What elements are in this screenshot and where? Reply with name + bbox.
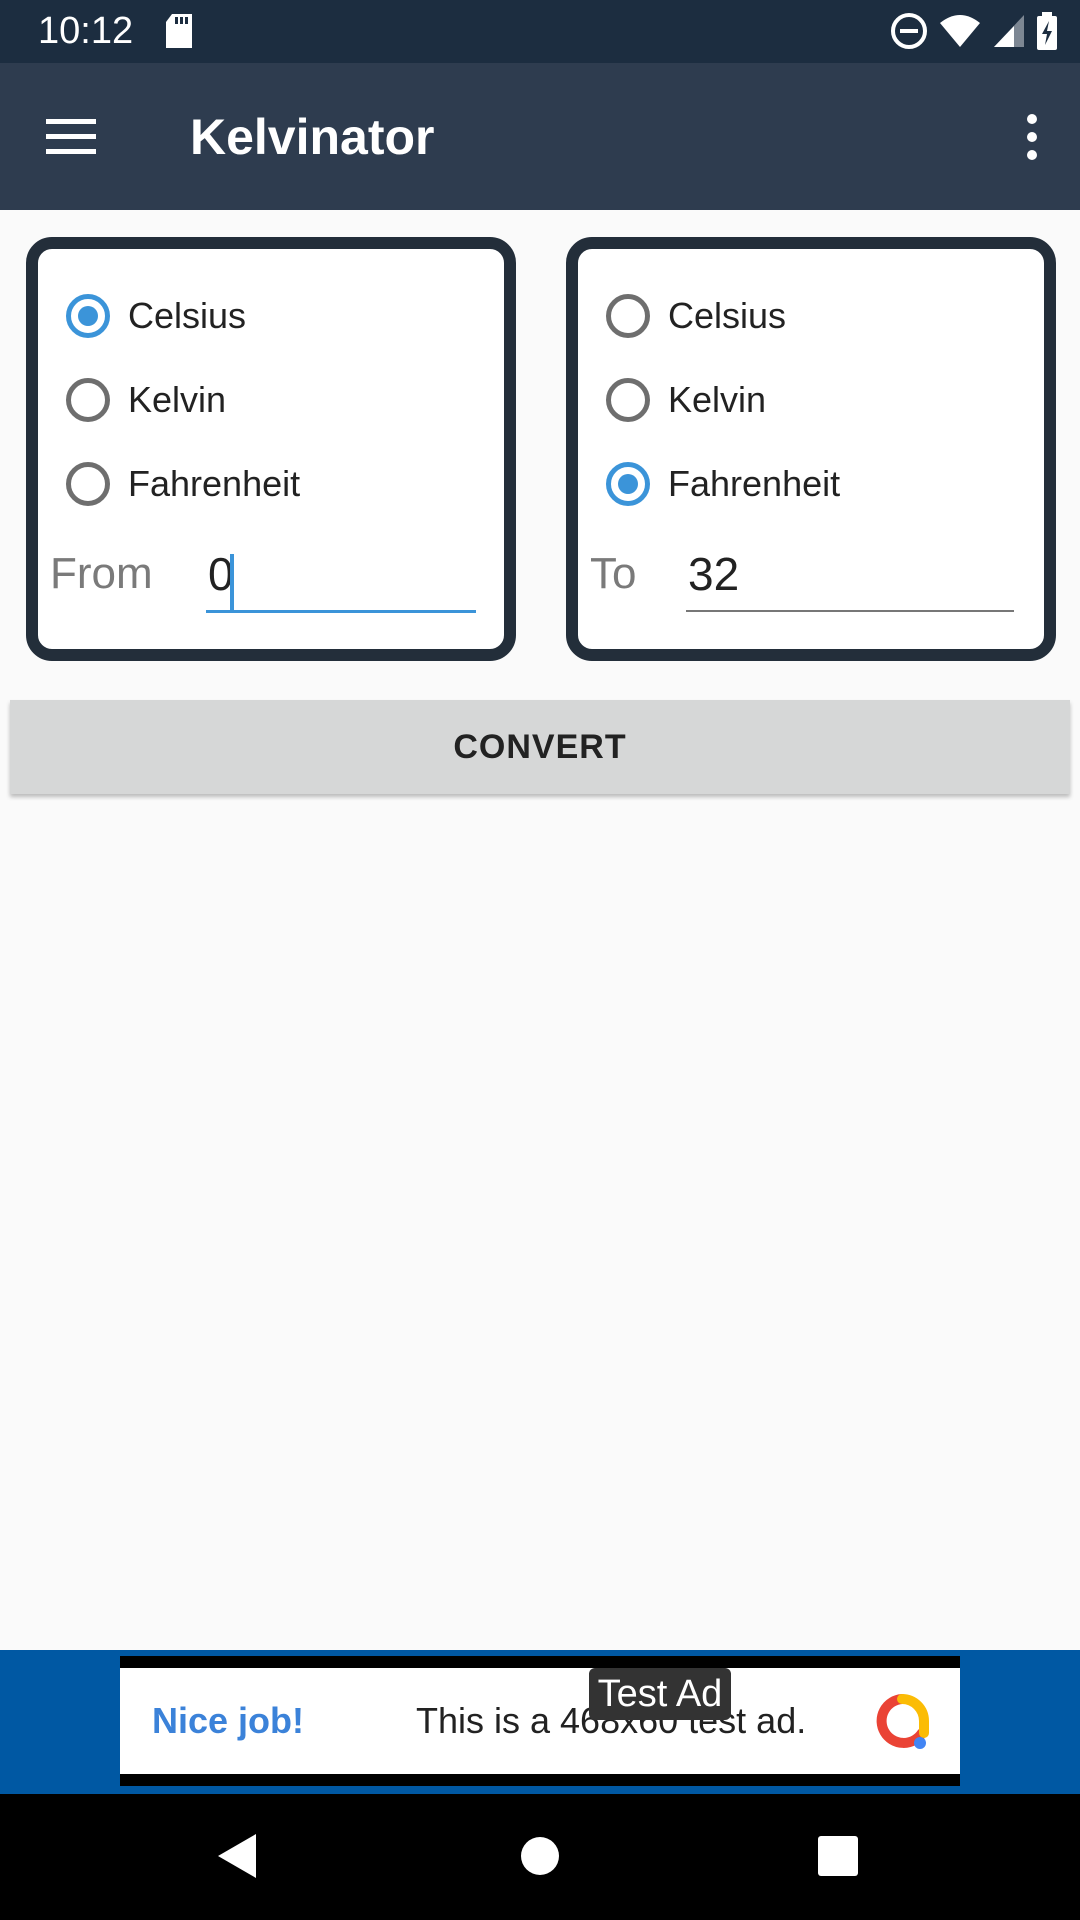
back-icon[interactable] <box>216 1832 258 1880</box>
from-unit-card: Celsius Kelvin Fahrenheit From <box>26 237 516 661</box>
recents-icon[interactable] <box>818 1836 858 1876</box>
to-option-kelvin[interactable]: Kelvin <box>606 370 766 430</box>
radio-selected-icon <box>606 462 650 506</box>
app-title: Kelvinator <box>190 109 435 165</box>
from-label: From <box>50 549 153 598</box>
convert-button[interactable]: CONVERT <box>10 700 1070 794</box>
ad-banner[interactable]: Nice job! This is a 468x60 test ad. Test… <box>0 1650 1080 1794</box>
ad-content[interactable]: Nice job! This is a 468x60 test ad. <box>120 1668 960 1774</box>
ad-logo-icon <box>876 1694 929 1749</box>
to-option-fahrenheit[interactable]: Fahrenheit <box>606 454 840 514</box>
signal-icon <box>994 15 1024 47</box>
radio-unselected-icon <box>66 378 110 422</box>
overflow-menu-button[interactable] <box>1002 107 1062 167</box>
to-option-celsius[interactable]: Celsius <box>606 286 786 346</box>
test-ad-badge: Test Ad <box>589 1668 731 1720</box>
home-icon[interactable] <box>520 1836 560 1876</box>
to-input-underline <box>686 610 1014 612</box>
system-nav-bar <box>0 1794 1080 1920</box>
to-unit-card: Celsius Kelvin Fahrenheit To <box>566 237 1056 661</box>
from-input-underline <box>206 610 476 613</box>
status-icons <box>890 12 1058 50</box>
from-option-label: Kelvin <box>128 379 227 420</box>
app-bar: Kelvinator <box>0 63 1080 210</box>
to-option-label: Kelvin <box>668 379 767 420</box>
to-value-input[interactable] <box>686 539 1016 609</box>
from-option-label: Celsius <box>128 295 247 336</box>
ad-headline[interactable]: Nice job! <box>152 1700 304 1742</box>
to-label: To <box>590 549 637 598</box>
more-vert-icon <box>1027 114 1037 160</box>
radio-unselected-icon <box>606 294 650 338</box>
from-option-label: Fahrenheit <box>128 463 301 504</box>
from-value-input[interactable] <box>206 539 478 609</box>
radio-unselected-icon <box>606 378 650 422</box>
sd-card-icon <box>166 14 192 48</box>
dnd-icon <box>891 13 927 49</box>
status-bar: 10:12 <box>0 0 1080 63</box>
menu-button[interactable] <box>36 107 108 167</box>
wifi-icon <box>940 15 980 47</box>
from-option-celsius[interactable]: Celsius <box>66 286 246 346</box>
from-option-kelvin[interactable]: Kelvin <box>66 370 226 430</box>
battery-icon <box>1037 12 1057 50</box>
radio-selected-icon <box>66 294 110 338</box>
status-time: 10:12 <box>38 10 134 52</box>
radio-unselected-icon <box>66 462 110 506</box>
to-option-label: Fahrenheit <box>668 463 841 504</box>
from-option-fahrenheit[interactable]: Fahrenheit <box>66 454 300 514</box>
ad-frame[interactable]: Nice job! This is a 468x60 test ad. Test… <box>120 1656 960 1786</box>
hamburger-menu-icon <box>46 119 96 154</box>
text-cursor <box>230 554 234 612</box>
to-option-label: Celsius <box>668 295 787 336</box>
